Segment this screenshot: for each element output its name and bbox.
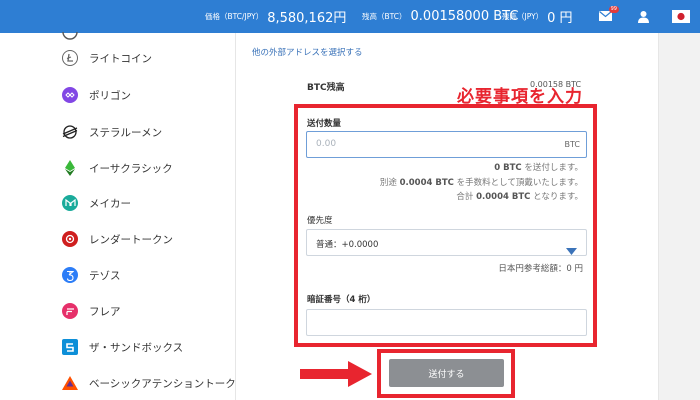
price-value: 8,580,162円 xyxy=(267,11,347,26)
other-address-link[interactable]: 他の外部アドレスを選択する xyxy=(252,46,363,58)
stellar-icon xyxy=(62,124,78,140)
tezos-icon xyxy=(62,267,78,283)
sidebar-item-label: ベーシックアテンショントークン xyxy=(89,377,247,390)
sidebar-item-sandbox[interactable]: ザ・サンドボックス xyxy=(62,335,183,359)
price-group: 価格（BTC/JPY） 8,580,162円 xyxy=(205,0,346,33)
cut-off-coin-icon xyxy=(62,27,78,46)
polygon-icon xyxy=(62,87,78,103)
sidebar-item-polygon[interactable]: ポリゴン xyxy=(62,83,131,107)
page: 価格（BTC/JPY） 8,580,162円 残高（BTC） 0.0015800… xyxy=(0,0,700,400)
sidebar-item-label: ザ・サンドボックス xyxy=(89,341,184,354)
sidebar-item-bat[interactable]: ベーシックアテンショントークン xyxy=(62,371,246,395)
price-label: 価格（BTC/JPY） xyxy=(205,12,264,21)
maker-icon xyxy=(62,195,78,211)
arrow-right-icon xyxy=(300,361,372,391)
ethereum-classic-icon xyxy=(62,160,78,176)
sidebar-item-label: フレア xyxy=(89,305,121,318)
mail-badge: 99 xyxy=(608,6,619,13)
japan-flag-icon[interactable] xyxy=(672,10,690,23)
right-gutter xyxy=(659,33,700,400)
render-token-icon xyxy=(62,231,78,247)
annotation-frame-button xyxy=(377,349,515,398)
sidebar-item-label: ライトコイン xyxy=(89,52,152,65)
sidebar-item-label: ポリゴン xyxy=(89,89,131,102)
sidebar-item-flare[interactable]: フレア xyxy=(62,299,121,323)
bat-icon xyxy=(62,375,78,391)
litecoin-icon xyxy=(62,50,78,66)
sidebar-item-label: メイカー xyxy=(89,197,131,210)
jpy-balance-label: 残高（JPY） xyxy=(502,12,544,21)
sidebar-item-label: テゾス xyxy=(89,269,121,282)
btc-balance-label: 残高（BTC） xyxy=(362,12,407,21)
sidebar-item-maker[interactable]: メイカー xyxy=(62,191,131,215)
sidebar-item-litecoin[interactable]: ライトコイン xyxy=(62,46,152,70)
sandbox-icon xyxy=(62,339,78,355)
sidebar-item-label: レンダートークン xyxy=(89,233,173,246)
sidebar-item-ethereum-classic[interactable]: イーサクラシック xyxy=(62,156,173,180)
annotation-frame-form xyxy=(294,104,597,347)
sidebar-item-stellar[interactable]: ステラルーメン xyxy=(62,120,162,144)
btc-balance-group: 残高（BTC） 0.00158000 BTC xyxy=(362,0,518,33)
sidebar-item-label: ステラルーメン xyxy=(89,126,163,139)
sidebar-item-label: イーサクラシック xyxy=(89,162,173,175)
top-bar: 価格（BTC/JPY） 8,580,162円 残高（BTC） 0.0015800… xyxy=(0,0,700,33)
jpy-balance-value: 0 円 xyxy=(547,11,573,26)
user-icon[interactable] xyxy=(635,9,651,23)
jpy-balance-group: 残高（JPY） 0 円 xyxy=(502,0,573,33)
flare-icon xyxy=(62,303,78,319)
btc-balance-label: BTC残高 xyxy=(307,83,345,93)
mail-icon[interactable]: 99 xyxy=(597,6,619,23)
sidebar: ライトコイン ポリゴン ステラルーメン イーサクラシック メイカー レンダートー… xyxy=(0,31,246,400)
sidebar-item-tezos[interactable]: テゾス xyxy=(62,263,121,287)
sidebar-item-render-token[interactable]: レンダートークン xyxy=(62,227,173,251)
